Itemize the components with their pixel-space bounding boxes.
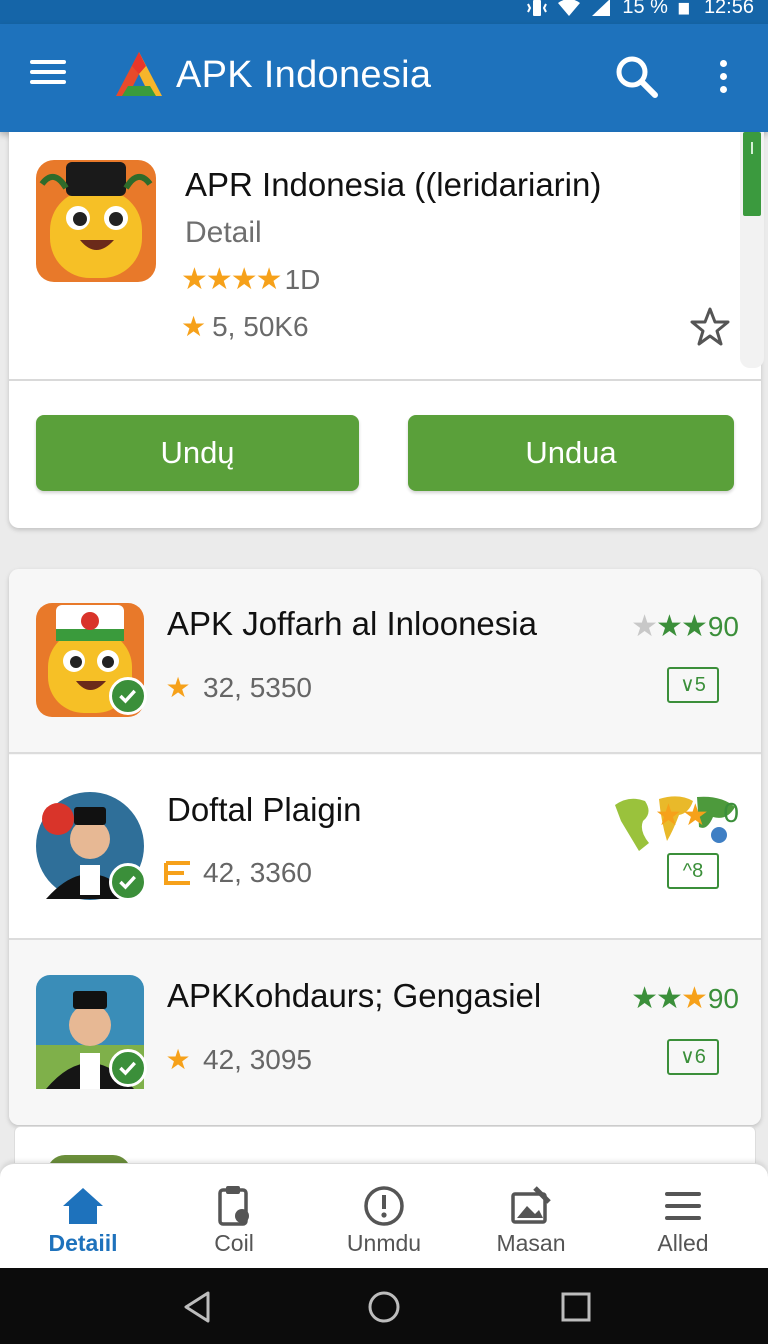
back-icon[interactable] — [180, 1290, 214, 1324]
star-icon: ★ — [181, 311, 207, 342]
system-navigation-bar — [0, 1268, 768, 1344]
star-empty-icon: ★ — [631, 610, 658, 643]
version-badge[interactable]: ∨6 — [667, 1039, 719, 1075]
star-orange-icon: ★ — [680, 982, 708, 1015]
app-title: Doftal Plaigin — [167, 791, 362, 828]
wifi-icon — [558, 0, 581, 16]
version-badge[interactable]: ∨5 — [667, 667, 719, 703]
list-item[interactable]: APK Joffarh al Inloonesia ★ 32, 5350 ★ ★… — [9, 569, 761, 754]
featured-download-count: ★ 5, 50K6 — [181, 310, 309, 343]
status-bar: 15 % 12:56 — [0, 0, 768, 24]
more-options-button[interactable] — [710, 56, 736, 100]
vibrate-icon — [527, 0, 548, 16]
featured-rating: ★★★★ 1D — [181, 262, 320, 297]
app-download-count: ★ 32, 5350 — [163, 671, 312, 704]
download-count-value: 42, 3360 — [203, 857, 312, 888]
menu-icon — [665, 1192, 701, 1220]
nav-label: Detaiil — [48, 1230, 118, 1256]
scrollbar-thumb[interactable] — [743, 132, 761, 216]
star-green-icon: ★★ — [656, 610, 708, 643]
nav-label: Masan — [496, 1230, 566, 1256]
battery-percent: 15 % — [622, 0, 668, 18]
nav-masan[interactable]: Masan — [456, 1164, 606, 1269]
app-title: APK Joffarh al Inloonesia — [167, 605, 537, 642]
app-rating: ★★ ★ 90 — [631, 981, 739, 1016]
signal-icon — [592, 0, 611, 16]
nav-alled[interactable]: Alled — [608, 1164, 758, 1269]
nav-label: Coil — [214, 1230, 254, 1256]
rating-value: 1D — [284, 263, 321, 295]
nav-coil[interactable]: Coil — [159, 1164, 309, 1269]
app-download-count: 42, 3360 — [163, 857, 312, 889]
download-count-value: 32, 5350 — [203, 671, 312, 703]
rating-stars: ★★★★ — [181, 263, 283, 296]
app-rating: ★ ★★ 90 — [631, 609, 739, 644]
star-green-icon: ★★ — [631, 982, 683, 1015]
featured-app-card: APR Indonesia ((leridariarin) Detail ★★★… — [9, 132, 764, 528]
app-title: APK Indonesia — [176, 54, 432, 96]
info-circle-icon — [364, 1186, 404, 1226]
app-title: APKKohdaurs; Gengasiel — [167, 977, 542, 1014]
app-rating: 0 — [721, 797, 739, 829]
scrollbar[interactable] — [740, 132, 764, 368]
svg-text:★★: ★★ — [655, 798, 709, 833]
download-count-value: 42, 3095 — [203, 1043, 312, 1075]
recents-icon[interactable] — [559, 1290, 593, 1324]
favorite-star-icon[interactable] — [689, 306, 731, 348]
download-stack-icon — [164, 861, 190, 885]
featured-app-title: APR Indonesia ((leridariarin) — [185, 166, 602, 203]
app-bar: APK Indonesia — [0, 24, 768, 132]
nav-label: Alled — [657, 1230, 709, 1256]
star-icon: ★ — [165, 1044, 191, 1075]
download-count-value: 5, 50K6 — [212, 310, 309, 342]
edit-image-icon — [511, 1186, 551, 1224]
star-icon: ★ — [165, 672, 191, 703]
verified-check-icon — [109, 1049, 147, 1087]
home-icon — [63, 1188, 103, 1224]
rating-score: 90 — [707, 610, 739, 642]
app-logo-icon — [116, 52, 162, 96]
list-item[interactable]: Doftal Plaigin 42, 3360 ★★ 0 ^8 — [9, 755, 761, 940]
mascot-app-icon[interactable] — [36, 160, 156, 282]
search-icon[interactable] — [612, 52, 660, 100]
clipboard-icon — [218, 1186, 249, 1226]
verified-check-icon — [109, 677, 147, 715]
app-download-count: ★ 42, 3095 — [163, 1043, 312, 1076]
rating-score: 0 — [723, 797, 739, 828]
install-button[interactable]: Undua — [408, 415, 734, 491]
nav-label: Unmdu — [346, 1230, 422, 1256]
bottom-navigation: Detaiil Coil Unmdu Masan Alled — [0, 1163, 768, 1268]
featured-app-subtitle: Detail — [185, 216, 262, 249]
app-list: APK Joffarh al Inloonesia ★ 32, 5350 ★ ★… — [9, 569, 761, 1125]
verified-check-icon — [109, 863, 147, 901]
version-badge[interactable]: ^8 — [667, 853, 719, 889]
rating-score: 90 — [707, 982, 739, 1014]
home-circle-icon[interactable] — [367, 1290, 401, 1324]
battery-icon — [678, 2, 689, 15]
nav-unmdu[interactable]: Unmdu — [309, 1164, 459, 1269]
list-item[interactable]: APKKohdaurs; Gengasiel ★ 42, 3095 ★★ ★ 9… — [9, 941, 761, 1125]
nav-detail[interactable]: Detaiil — [8, 1164, 158, 1269]
hamburger-menu-button[interactable] — [30, 54, 76, 100]
clock: 12:56 — [703, 0, 754, 18]
download-button[interactable]: Undų — [36, 415, 359, 491]
